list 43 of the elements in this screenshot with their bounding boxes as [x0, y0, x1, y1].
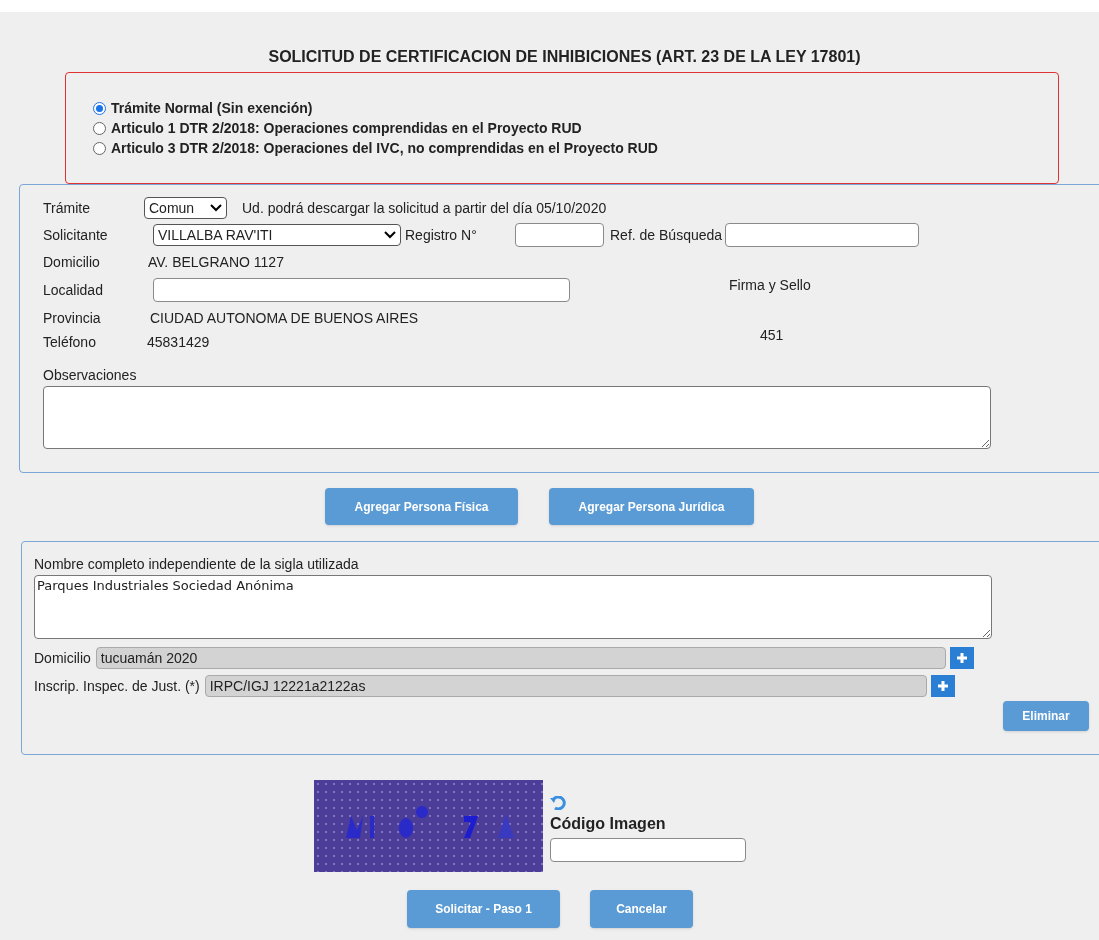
- captcha-field[interactable]: [550, 838, 746, 862]
- field-label: Trámite: [43, 198, 91, 218]
- field-label: Localidad: [43, 280, 104, 300]
- radio-button[interactable]: [93, 122, 106, 135]
- tramite-select[interactable]: Comun: [144, 197, 227, 219]
- radio-label: Articulo 3 DTR 2/2018: Operaciones del IVC, no comprendidas en el Proyecto RUD: [111, 139, 658, 158]
- observaciones-field[interactable]: [43, 386, 991, 449]
- chevron-down-icon: [210, 204, 222, 212]
- info-text: Ud. podrá descargar la solicitud a partir del día 05/10/2020: [242, 198, 607, 218]
- busqueda-field[interactable]: [725, 223, 920, 247]
- field-label: Domicilio: [43, 252, 101, 272]
- field-label: Teléfono: [43, 332, 97, 352]
- inscripcion-field[interactable]: IRPC/IGJ 12221a2122as: [204, 675, 927, 697]
- field-value: AV. BELGRANO 1127: [148, 252, 284, 272]
- field-label: Registro N°: [405, 225, 478, 245]
- solicitante-select[interactable]: VILLALBA RAV'ITI: [153, 224, 401, 246]
- name-field[interactable]: Parques Industriales Sociedad Anónima: [34, 575, 992, 639]
- field-label: Nombre completo independiente de la sigla utilizada: [34, 556, 359, 572]
- domicilio-field[interactable]: tucuamán 2020: [95, 647, 946, 669]
- add-button[interactable]: [949, 647, 974, 669]
- radio-label: Articulo 1 DTR 2/2018: Operaciones comprendidas en el Proyecto RUD: [111, 119, 582, 138]
- radio-label: Trámite Normal (Sin exención): [111, 99, 313, 118]
- radio-button[interactable]: [93, 142, 106, 155]
- form-title: SOLICITUD DE CERTIFICACION DE INHIBICIONES (ART. 23 DE LA LEY 17801): [268, 47, 861, 67]
- radio-button[interactable]: [93, 102, 106, 115]
- signature-label: Firma y Sello: [729, 275, 811, 295]
- field-value: CIUDAD AUTONOMA DE BUENOS AIRES: [150, 308, 419, 328]
- refresh-icon[interactable]: [550, 796, 566, 810]
- chevron-down-icon: [384, 231, 396, 239]
- field-label: Inscrip. Inspec. de Just. (*): [34, 676, 200, 696]
- field-label: Solicitante: [43, 225, 109, 245]
- field-label: Provincia: [43, 308, 102, 328]
- captcha-label: Código Imagen: [550, 814, 666, 834]
- field-label: Domicilio: [34, 648, 91, 668]
- registro-field[interactable]: [515, 223, 604, 247]
- plus-icon: [956, 653, 967, 663]
- field-label: Ref. de Búsqueda: [610, 225, 723, 245]
- field-value: 45831429: [147, 332, 211, 352]
- localidad-field[interactable]: [153, 278, 570, 302]
- add-button[interactable]: [930, 675, 955, 697]
- signature-number: 451: [760, 325, 784, 345]
- plus-icon: [937, 681, 948, 691]
- field-label: Observaciones: [43, 367, 137, 383]
